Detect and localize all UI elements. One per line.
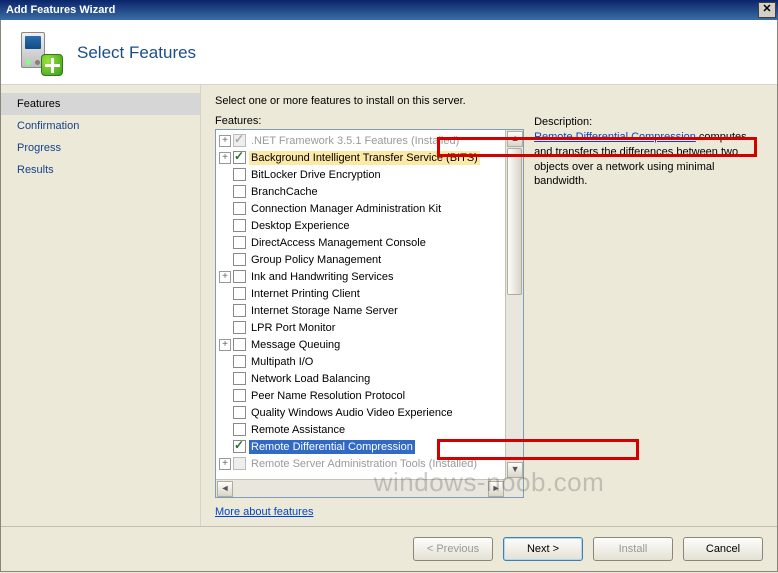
feature-item[interactable]: +BitLocker Drive Encryption (217, 166, 504, 183)
features-tree[interactable]: + .NET Framework 3.5.1 Features (Installe… (215, 129, 524, 498)
page-heading: Select Features (77, 43, 196, 63)
button-bar: < Previous Next > Install Cancel (1, 526, 777, 571)
feature-item[interactable]: + Ink and Handwriting Services (217, 268, 504, 285)
feature-checkbox[interactable] (233, 389, 246, 402)
vertical-scrollbar[interactable]: ▲ ▼ (505, 130, 523, 479)
feature-checkbox[interactable] (233, 270, 246, 283)
feature-label: Message Queuing (249, 338, 342, 352)
feature-checkbox[interactable] (233, 287, 246, 300)
feature-checkbox[interactable] (233, 355, 246, 368)
feature-checkbox[interactable] (233, 440, 246, 453)
previous-button[interactable]: < Previous (413, 537, 493, 561)
scroll-right-icon[interactable]: ► (488, 481, 504, 497)
feature-item[interactable]: +LPR Port Monitor (217, 319, 504, 336)
more-about-features-link[interactable]: More about features (215, 506, 524, 518)
wizard-icon (15, 28, 65, 78)
feature-checkbox[interactable] (233, 338, 246, 351)
feature-checkbox (233, 457, 246, 470)
feature-label: Connection Manager Administration Kit (249, 202, 443, 216)
feature-checkbox[interactable] (233, 372, 246, 385)
window-body: Select Features FeaturesConfirmationProg… (0, 20, 778, 572)
feature-checkbox[interactable] (233, 202, 246, 215)
wizard-sidebar: FeaturesConfirmationProgressResults (1, 85, 201, 526)
feature-checkbox[interactable] (233, 321, 246, 334)
feature-item[interactable]: +Remote Differential Compression (217, 438, 504, 455)
feature-item[interactable]: +Internet Printing Client (217, 285, 504, 302)
feature-label: Remote Server Administration Tools (Inst… (249, 457, 479, 471)
feature-label: Group Policy Management (249, 253, 383, 267)
feature-label: BranchCache (249, 185, 320, 199)
wizard-header: Select Features (1, 20, 777, 85)
feature-label: Multipath I/O (249, 355, 315, 369)
scroll-left-icon[interactable]: ◄ (217, 481, 233, 497)
description-text: Remote Differential Compression computes… (534, 130, 763, 189)
feature-item[interactable]: + Background Intelligent Transfer Service… (217, 149, 504, 166)
feature-checkbox[interactable] (233, 236, 246, 249)
feature-checkbox[interactable] (233, 168, 246, 181)
content-pane: Select one or more features to install o… (201, 85, 777, 526)
feature-label: Desktop Experience (249, 219, 351, 233)
scroll-thumb[interactable] (507, 148, 522, 295)
feature-item[interactable]: +BranchCache (217, 183, 504, 200)
expand-icon[interactable]: + (219, 152, 231, 164)
feature-item: + .NET Framework 3.5.1 Features (Installe… (217, 132, 504, 149)
features-label: Features: (215, 115, 524, 127)
feature-checkbox[interactable] (233, 185, 246, 198)
feature-item[interactable]: +Remote Assistance (217, 421, 504, 438)
window-title: Add Features Wizard (6, 4, 115, 16)
main-area: FeaturesConfirmationProgressResults Sele… (1, 85, 777, 526)
feature-item[interactable]: +Internet Storage Name Server (217, 302, 504, 319)
cancel-button[interactable]: Cancel (683, 537, 763, 561)
feature-label: Ink and Handwriting Services (249, 270, 395, 284)
instruction-text: Select one or more features to install o… (215, 95, 763, 107)
feature-item[interactable]: +DirectAccess Management Console (217, 234, 504, 251)
expand-icon[interactable]: + (219, 135, 231, 147)
feature-item: + Remote Server Administration Tools (Ins… (217, 455, 504, 472)
scroll-down-icon[interactable]: ▼ (507, 462, 523, 478)
feature-item[interactable]: +Group Policy Management (217, 251, 504, 268)
feature-label: BitLocker Drive Encryption (249, 168, 383, 182)
feature-checkbox (233, 134, 246, 147)
feature-item[interactable]: + Message Queuing (217, 336, 504, 353)
feature-checkbox[interactable] (233, 406, 246, 419)
description-label: Description: (534, 115, 763, 130)
horizontal-scrollbar[interactable]: ◄ ► (216, 479, 505, 497)
title-bar: Add Features Wizard ✕ (0, 0, 778, 20)
sidebar-step[interactable]: Progress (1, 137, 200, 159)
feature-checkbox[interactable] (233, 219, 246, 232)
feature-checkbox[interactable] (233, 423, 246, 436)
feature-label: Quality Windows Audio Video Experience (249, 406, 455, 420)
feature-checkbox[interactable] (233, 304, 246, 317)
feature-label: LPR Port Monitor (249, 321, 337, 335)
feature-item[interactable]: +Network Load Balancing (217, 370, 504, 387)
expand-icon[interactable]: + (219, 458, 231, 470)
close-button[interactable]: ✕ (758, 2, 776, 18)
sidebar-step[interactable]: Features (1, 93, 200, 115)
feature-label: DirectAccess Management Console (249, 236, 428, 250)
feature-label: Internet Storage Name Server (249, 304, 400, 318)
feature-item[interactable]: +Connection Manager Administration Kit (217, 200, 504, 217)
feature-item[interactable]: +Peer Name Resolution Protocol (217, 387, 504, 404)
feature-item[interactable]: +Quality Windows Audio Video Experience (217, 404, 504, 421)
description-link[interactable]: Remote Differential Compression (534, 131, 696, 143)
feature-label: Peer Name Resolution Protocol (249, 389, 407, 403)
feature-item[interactable]: +Desktop Experience (217, 217, 504, 234)
feature-label: Remote Assistance (249, 423, 347, 437)
expand-icon[interactable]: + (219, 271, 231, 283)
feature-checkbox[interactable] (233, 151, 246, 164)
feature-checkbox[interactable] (233, 253, 246, 266)
feature-label: Remote Differential Compression (249, 440, 415, 454)
scroll-up-icon[interactable]: ▲ (507, 131, 523, 147)
feature-label: Network Load Balancing (249, 372, 372, 386)
feature-label: .NET Framework 3.5.1 Features (Installed… (249, 134, 461, 148)
expand-icon[interactable]: + (219, 339, 231, 351)
sidebar-step[interactable]: Results (1, 159, 200, 181)
feature-label: Background Intelligent Transfer Service … (249, 151, 480, 165)
feature-label: Internet Printing Client (249, 287, 362, 301)
install-button[interactable]: Install (593, 537, 673, 561)
sidebar-step[interactable]: Confirmation (1, 115, 200, 137)
next-button[interactable]: Next > (503, 537, 583, 561)
feature-item[interactable]: +Multipath I/O (217, 353, 504, 370)
